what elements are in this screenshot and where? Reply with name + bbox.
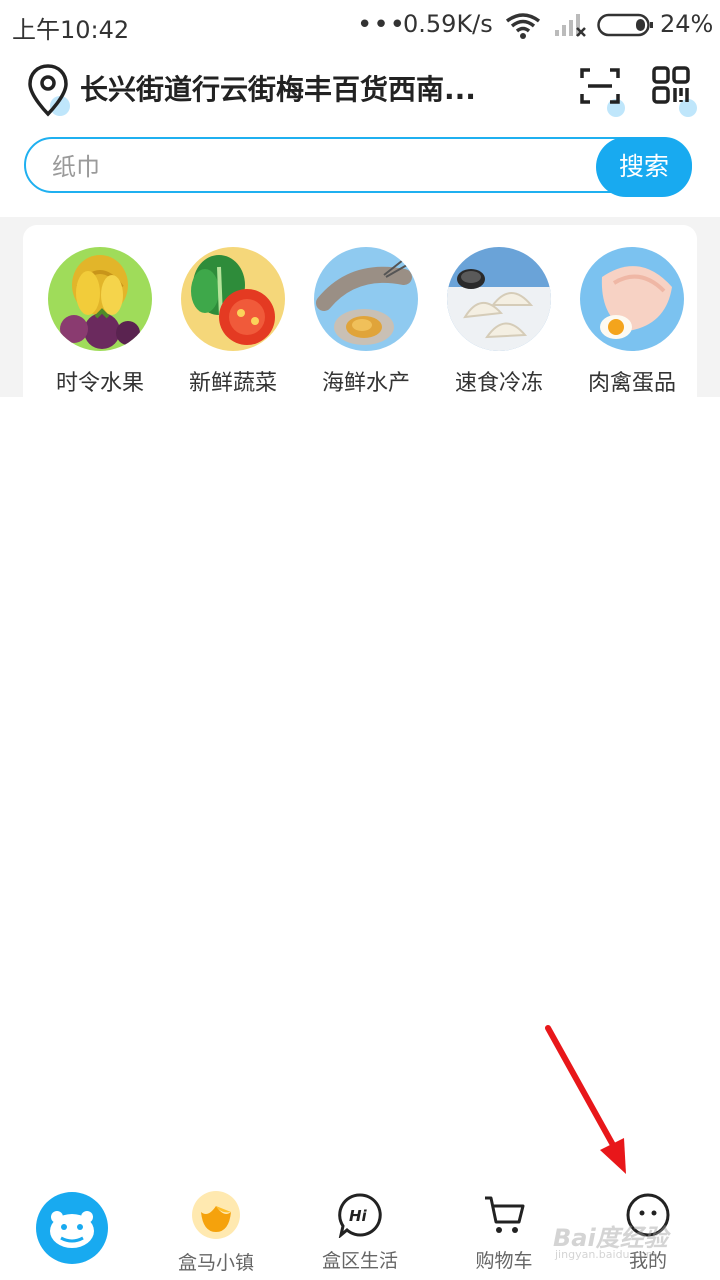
category-grid: 时令水果 新鲜蔬菜 海鲜水产 速食冷冻 肉禽蛋品 (23, 225, 697, 397)
nav-town[interactable]: 盒马小镇 (156, 1176, 276, 1275)
tulip-icon (192, 1191, 240, 1239)
nav-home[interactable] (12, 1176, 132, 1269)
location-pin-icon[interactable] (28, 62, 74, 122)
frozen-dumpling-icon (447, 247, 551, 351)
annotation-arrow (545, 1025, 626, 1174)
qr-code-icon[interactable] (650, 64, 700, 120)
network-speed: 0.59K/s (403, 10, 493, 38)
status-dots: ••• (357, 10, 407, 40)
hippo-home-icon (36, 1192, 108, 1264)
category-label: 肉禽蛋品 (587, 371, 676, 396)
nav-cart[interactable]: 购物车 (444, 1176, 564, 1273)
svg-text:Hi: Hi (349, 1207, 368, 1225)
hi-chat-icon: Hi (338, 1193, 382, 1239)
vegetable-icon (181, 247, 285, 351)
fruit-icon (48, 247, 152, 351)
signal-icon (555, 14, 586, 37)
cart-icon (485, 1196, 525, 1233)
search-button[interactable]: 搜索 (596, 137, 692, 197)
watermark-url: jingyan.baidu.com (555, 1248, 657, 1261)
nav-label: 购物车 (475, 1250, 533, 1272)
meat-egg-icon (580, 247, 684, 351)
status-time: 上午10:42 (12, 16, 130, 44)
seafood-icon (314, 247, 418, 351)
category-item-fruit[interactable]: 时令水果 (40, 247, 160, 397)
status-bar: 上午10:42 ••• 0.59K/s 24% (0, 0, 720, 52)
nav-label: 盒区生活 (321, 1250, 398, 1272)
category-item-frozen[interactable]: 速食冷冻 (439, 247, 559, 397)
category-item-vegetable[interactable]: 新鲜蔬菜 (173, 247, 293, 397)
nav-community[interactable]: Hi 盒区生活 (300, 1176, 420, 1273)
delivery-address[interactable]: 长兴街道行云街梅丰百货西南... (80, 68, 530, 108)
app-header: 长兴街道行云街梅丰百货西南... (0, 52, 720, 130)
category-label: 时令水果 (55, 371, 144, 396)
category-item-seafood[interactable]: 海鲜水产 (306, 247, 426, 397)
category-label: 速食冷冻 (454, 371, 543, 396)
category-item-meat-egg[interactable]: 肉禽蛋品 (572, 247, 692, 397)
search-input[interactable] (50, 149, 594, 185)
scan-icon[interactable] (578, 64, 626, 120)
battery-icon (597, 13, 653, 37)
nav-label: 盒马小镇 (177, 1252, 254, 1274)
wifi-icon (505, 13, 541, 39)
category-label: 新鲜蔬菜 (188, 371, 277, 396)
battery-percentage: 24% (660, 10, 714, 38)
search-bar: 搜索 (24, 137, 692, 197)
category-label: 海鲜水产 (321, 371, 410, 396)
